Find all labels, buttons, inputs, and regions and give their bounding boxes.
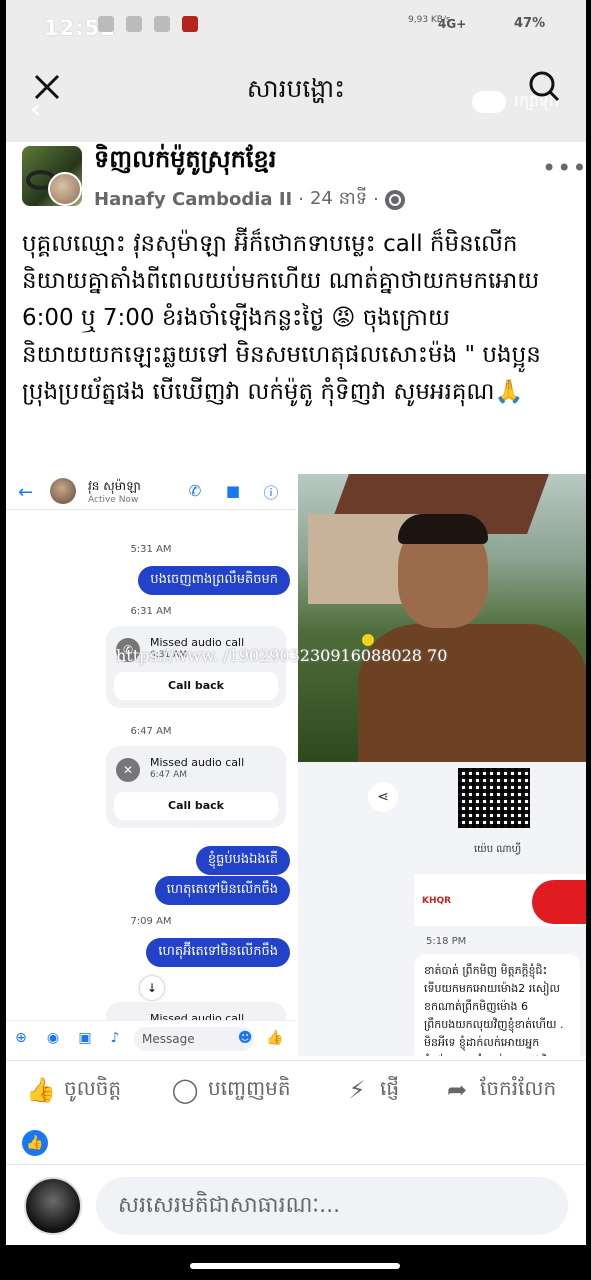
battery-level: 47% [514, 16, 546, 31]
post-text: បុគ្គលឈ្មោះ វុនសុម៉ាឡា អ៊ីក៏ថោកទាបម្លេះ … [22, 231, 541, 405]
app-screen: 12:52 9,93 KB/s 4G+ 47% ‹ សារបង្ហោះ រក្ស… [6, 0, 586, 1245]
missed-call-title: Missed audio call [150, 756, 245, 769]
call-back-button: Call back [114, 792, 278, 820]
cloud-download-icon [472, 91, 506, 113]
network-type: 4G+ [438, 17, 467, 31]
microphone-icon: ♪ [110, 1030, 120, 1046]
home-gesture-bar[interactable] [190, 1263, 400, 1269]
send-label: ផ្ញើ [380, 1076, 400, 1100]
status-bar: 12:52 9,93 KB/s 4G+ 47% [6, 0, 586, 56]
share-icon: ⋖ [368, 782, 398, 812]
gallery-icon: ▣ [78, 1030, 92, 1046]
qr-owner-name: យ៉េប ណាហ្វី [474, 844, 522, 855]
send-button[interactable]: ⚡ ផ្ញើ [342, 1075, 399, 1105]
received-message: ខាត់បាត់ ព្រឹកមិញ មិត្តភក្តិខ្ញុំជិះទើបយ… [414, 954, 580, 1056]
message-timestamp: 5:31 AM [130, 544, 172, 555]
thumbs-up-icon: 👍 [26, 1076, 56, 1104]
messenger-icon: ⚡ [348, 1076, 366, 1104]
search-icon[interactable] [526, 68, 562, 104]
message-timestamp: 6:47 AM [130, 726, 172, 737]
share-arrow-icon: ➦ [446, 1076, 468, 1104]
sent-message: បងចេញពាងព្រលឹមតិចមក [138, 566, 290, 595]
like-reaction-icon[interactable]: 👍 [22, 1130, 48, 1156]
comment-icon: ◯ [171, 1076, 199, 1104]
messenger-compose-bar: ⊕ ◉ ▣ ♪ Message ☻ 👍 [6, 1020, 296, 1056]
globe-icon [384, 189, 405, 210]
watermark-text: https://www. /1902903230916088028 70 [116, 646, 448, 665]
back-arrow-icon: ← [18, 482, 34, 503]
khqr-label: KHQR [422, 896, 452, 906]
thumbs-up-icon: 👍 [266, 1030, 284, 1046]
flower-shape [362, 634, 374, 646]
video-call-icon: ■ [225, 482, 241, 500]
post-time[interactable]: 24 នាទី [310, 186, 367, 213]
scroll-down-icon: ↓ [140, 976, 164, 1000]
call-back-button: Call back [114, 672, 278, 700]
khqr-card: KHQR [414, 874, 586, 926]
system-nav-bar [0, 1245, 591, 1280]
bank-logo [532, 880, 586, 924]
share-label: ចែករំលែក [480, 1076, 557, 1100]
pin-icon [154, 16, 170, 32]
page-name[interactable]: ទិញលក់ម៉ូតូស្រុកខ្មែរ [94, 144, 276, 179]
messenger-header: ← វុន សុម៉ាឡា Active Now ✆ ■ ⓘ [6, 474, 296, 510]
comment-label: បញ្ចេញមតិ [208, 1076, 291, 1100]
plus-icon: ⊕ [15, 1030, 27, 1046]
sent-message: ហេតុតេទៅមិនលើកចឹង [154, 876, 290, 905]
info-icon: ⓘ [263, 484, 279, 502]
missed-call-icon: ✕ [116, 758, 140, 782]
like-label: ចូលចិត្ត [64, 1076, 122, 1100]
messenger-screenshot[interactable]: ← វុន សុម៉ាឡា Active Now ✆ ■ ⓘ 5:31 AM ប… [6, 474, 296, 1056]
sync-icon [98, 16, 114, 32]
phone-icon: ✆ [188, 482, 202, 500]
sent-message: ហេតុអ៊ីតេទៅមិនលើកចឹង [146, 938, 290, 967]
share-button[interactable]: ➦ ចែករំលែក [442, 1075, 556, 1105]
author-name[interactable]: Hanafy Cambodia II [94, 189, 292, 210]
bank-screenshot[interactable]: ⋖ យ៉េប ណាហ្វី KHQR 5:18 PM ខាត់បាត់ ព្រឹ… [298, 762, 586, 1056]
person-photo[interactable] [298, 474, 586, 762]
missed-call-card: ✆ Missed audio call 6:31 AM Call back [106, 626, 286, 708]
app-badge-icon [182, 16, 198, 32]
post-actions: 👍 ចូលចិត្ត ◯ បញ្ចេញមតិ ⚡ ផ្ញើ ➦ ចែករំលែក [6, 1060, 586, 1124]
missed-call-card: ✕ Missed audio call 6:47 AM Call back [106, 746, 286, 828]
sent-message: ខ្ញុំធ្លប់បងឯងតើ [195, 846, 290, 875]
like-button[interactable]: 👍 ចូលចិត្ត [26, 1075, 121, 1105]
contact-avatar [50, 478, 76, 504]
contact-status: Active Now [88, 495, 139, 505]
status-icons [98, 16, 198, 32]
comment-bar: សរសេរមតិជាសាធារណៈ... [6, 1164, 586, 1245]
message-timestamp: 5:18 PM [426, 936, 467, 947]
meta-separator: · [298, 189, 304, 210]
current-user-avatar [24, 1177, 82, 1235]
meta-separator: · [373, 189, 379, 210]
shirt-shape [358, 624, 586, 762]
post-meta: Hanafy Cambodia II · 24 នាទី · [94, 186, 405, 213]
missed-call-time: 6:47 AM [150, 770, 187, 780]
message-timestamp: 7:09 AM [130, 916, 172, 927]
comment-input[interactable]: សរសេរមតិជាសាធារណៈ... [96, 1177, 568, 1235]
post-header-bar: ‹ សារបង្ហោះ រក្សាទុក [6, 56, 586, 142]
comment-button[interactable]: ◯ បញ្ចេញមតិ [170, 1075, 291, 1105]
app-notification-icon [126, 16, 142, 32]
emoji-icon: ☻ [237, 1030, 253, 1046]
qr-code-image [458, 768, 530, 828]
contact-name: វុន សុម៉ាឡា [88, 479, 141, 493]
more-options-icon[interactable]: ••• [542, 154, 586, 182]
author-avatar[interactable] [48, 172, 82, 206]
message-timestamp: 6:31 AM [130, 606, 172, 617]
hair-shape [398, 514, 488, 544]
camera-icon: ◉ [46, 1030, 60, 1046]
